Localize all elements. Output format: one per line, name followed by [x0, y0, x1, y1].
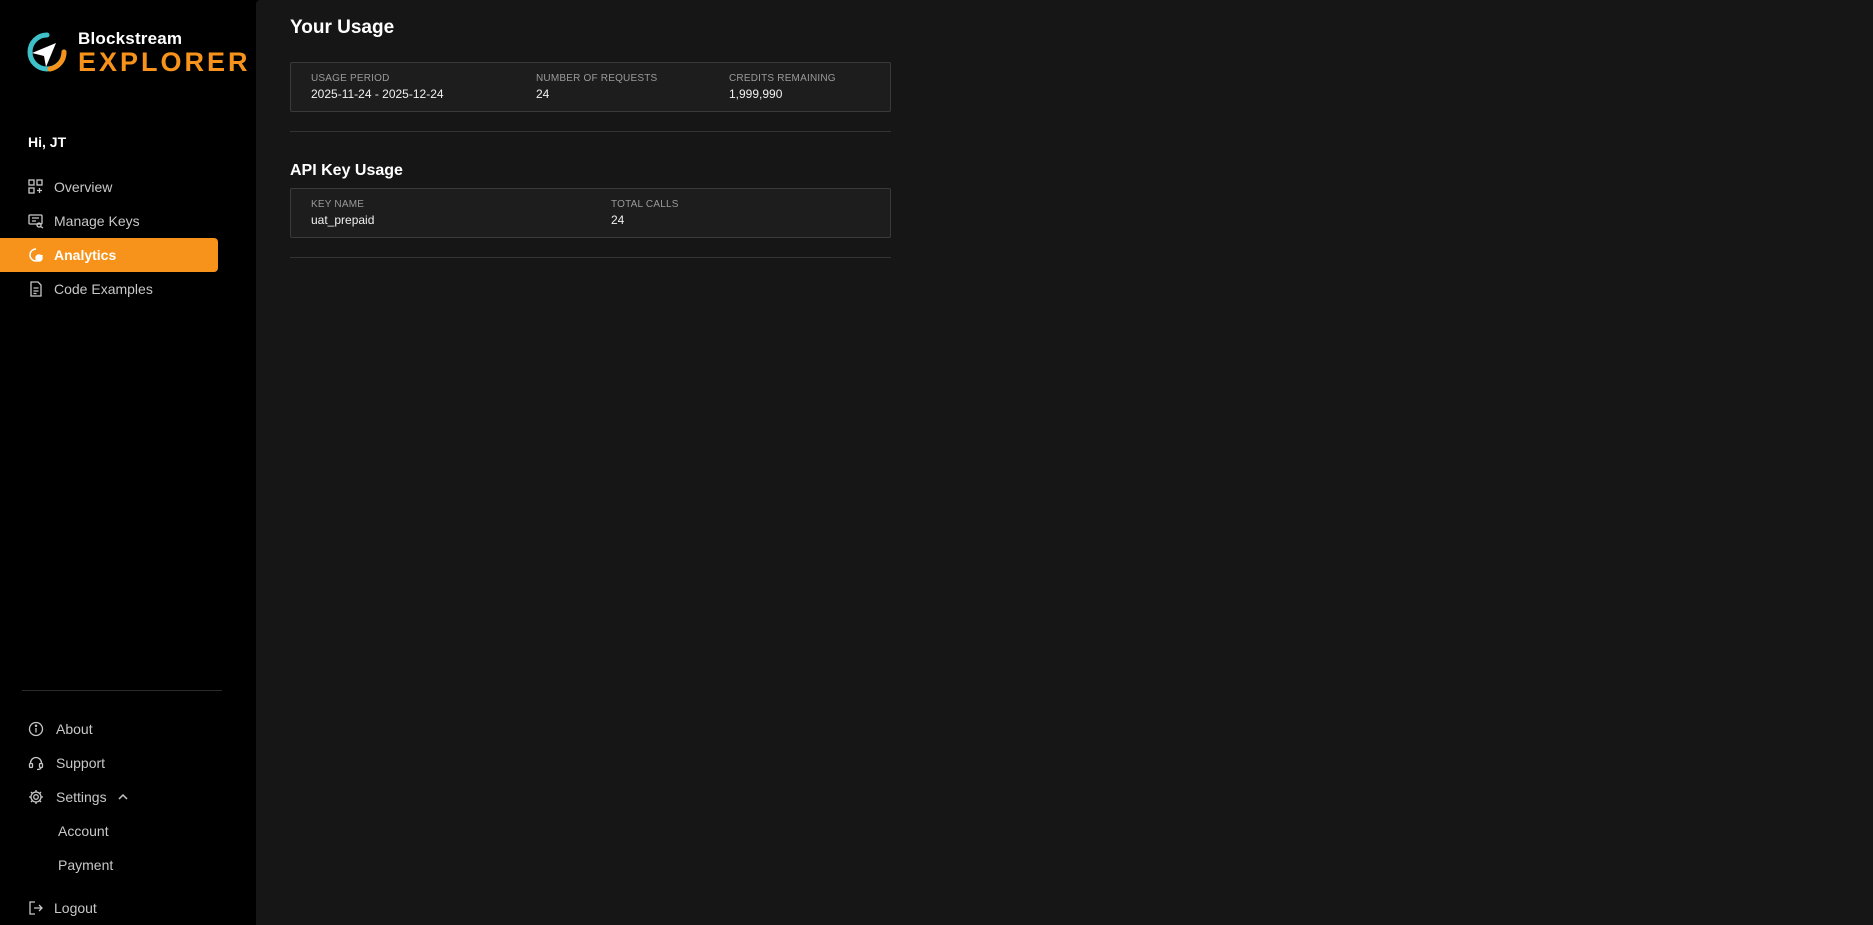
api-key-usage-title: API Key Usage: [290, 162, 403, 179]
sidebar-item-label: Overview: [54, 179, 113, 195]
logo-name-bottom: EXPLORER: [78, 47, 251, 77]
document-icon: [28, 281, 44, 297]
usage-period-cell: USAGE PERIOD 2025-11-24 - 2025-12-24: [311, 73, 444, 101]
headset-icon: [28, 755, 44, 771]
key-list-icon: [28, 213, 44, 229]
usage-title: Your Usage: [290, 17, 395, 38]
key-name-cell: KEY NAME uat_prepaid: [311, 199, 374, 227]
key-name-label: KEY NAME: [311, 199, 365, 210]
sidebar-item-manage-keys[interactable]: Manage Keys: [0, 204, 218, 238]
api-key-usage-card: KEY NAME uat_prepaid TOTAL CALLS 24: [290, 188, 891, 238]
total-calls-cell: TOTAL CALLS 24: [611, 199, 679, 227]
analytics-icon: [28, 247, 44, 263]
credits-cell: CREDITS REMAINING 1,999,990: [729, 73, 836, 101]
sidebar-item-code-examples[interactable]: Code Examples: [0, 272, 218, 306]
section-divider: [290, 257, 891, 258]
grid-plus-icon: [28, 179, 44, 195]
user-greeting: Hi, JT: [28, 134, 67, 150]
requests-value: 24: [536, 87, 550, 101]
sidebar-item-label: About: [56, 721, 93, 737]
logo-name-top: Blockstream: [78, 29, 183, 48]
gear-icon: [28, 789, 44, 805]
requests-cell: NUMBER OF REQUESTS 24: [536, 73, 657, 101]
sidebar-subitem-account[interactable]: Account: [0, 814, 256, 848]
sidebar-item-overview[interactable]: Overview: [0, 170, 218, 204]
credits-value: 1,999,990: [729, 87, 783, 101]
sidebar-item-label: Manage Keys: [54, 213, 140, 229]
sidebar-item-label: Payment: [58, 857, 114, 873]
sidebar-item-analytics[interactable]: Analytics: [0, 238, 218, 272]
sidebar: Blockstream EXPLORER Hi, JT Overview Man…: [0, 0, 256, 925]
total-calls-label: TOTAL CALLS: [611, 199, 679, 210]
logout-icon: [28, 900, 44, 916]
sidebar-divider: [22, 690, 222, 691]
usage-period-label: USAGE PERIOD: [311, 73, 390, 84]
credits-label: CREDITS REMAINING: [729, 73, 836, 84]
requests-label: NUMBER OF REQUESTS: [536, 73, 658, 84]
usage-summary-card: USAGE PERIOD 2025-11-24 - 2025-12-24 NUM…: [290, 62, 891, 112]
logout-button[interactable]: Logout: [28, 900, 97, 916]
sidebar-subitem-payment[interactable]: Payment: [0, 848, 256, 882]
main-content: Your Usage USAGE PERIOD 2025-11-24 - 202…: [256, 0, 1873, 925]
info-icon: [28, 721, 44, 737]
sidebar-item-settings[interactable]: Settings: [0, 780, 256, 814]
sidebar-item-about[interactable]: About: [0, 712, 256, 746]
section-divider: [290, 131, 891, 132]
sidebar-item-label: Support: [56, 755, 106, 771]
total-calls-value: 24: [611, 213, 625, 227]
sidebar-item-label: Account: [58, 823, 109, 839]
logout-label: Logout: [54, 900, 97, 916]
main-nav: Overview Manage Keys Analytics Code Exam…: [0, 170, 218, 306]
usage-period-value: 2025-11-24 - 2025-12-24: [311, 87, 444, 101]
key-name-value: uat_prepaid: [311, 213, 375, 227]
secondary-nav: About Support Settings Account Payment: [0, 712, 256, 882]
blockstream-logo-icon: [27, 32, 67, 72]
sidebar-item-label: Settings: [56, 789, 107, 805]
logo[interactable]: Blockstream EXPLORER: [26, 30, 251, 76]
sidebar-item-label: Analytics: [54, 247, 117, 263]
sidebar-item-label: Code Examples: [54, 281, 153, 297]
chevron-up-icon[interactable]: [117, 791, 129, 803]
sidebar-item-support[interactable]: Support: [0, 746, 256, 780]
